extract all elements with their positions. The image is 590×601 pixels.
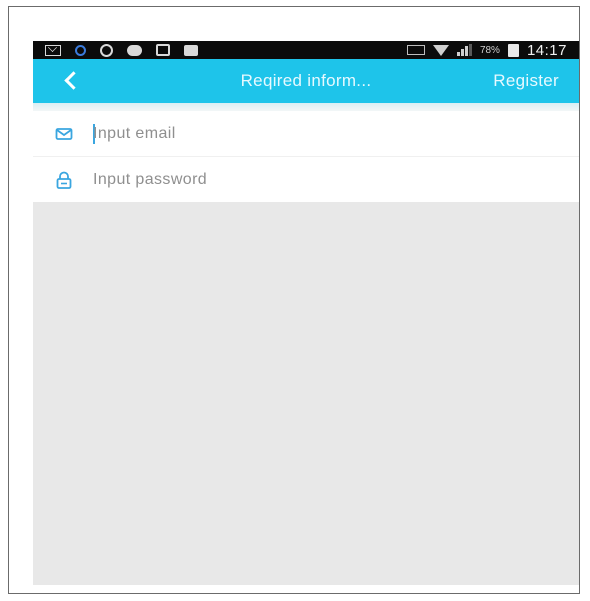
- register-button[interactable]: Register: [493, 71, 559, 91]
- bag-icon: [156, 44, 170, 56]
- app-icon: [75, 44, 86, 56]
- battery-icon: [507, 43, 519, 57]
- nav-divider: [33, 103, 579, 111]
- phone-screen: 78% 14:17 Reqired inform... Register: [33, 41, 579, 585]
- screenshot-frame: 78% 14:17 Reqired inform... Register: [8, 6, 580, 594]
- mail-icon: [45, 44, 61, 56]
- status-bar: 78% 14:17: [33, 41, 579, 59]
- password-row: [33, 156, 579, 202]
- email-row: [33, 111, 579, 156]
- lock-icon: [56, 171, 72, 189]
- envelope-icon: [55, 127, 73, 140]
- nfc-icon: [406, 45, 425, 55]
- wifi-icon: [432, 44, 449, 56]
- instagram-icon: [100, 43, 113, 57]
- signal-icon: [456, 44, 472, 56]
- nav-bar: Reqired inform... Register: [33, 59, 579, 103]
- password-field[interactable]: [93, 167, 553, 192]
- clock: 14:17: [526, 41, 567, 59]
- battery-percent: 78%: [479, 44, 500, 56]
- wechat-icon: [127, 44, 142, 56]
- system-status: 78% 14:17: [406, 41, 567, 59]
- notification-icons: [45, 43, 198, 57]
- camera-icon: [184, 44, 198, 56]
- login-form: [33, 111, 579, 202]
- email-field[interactable]: [93, 121, 553, 146]
